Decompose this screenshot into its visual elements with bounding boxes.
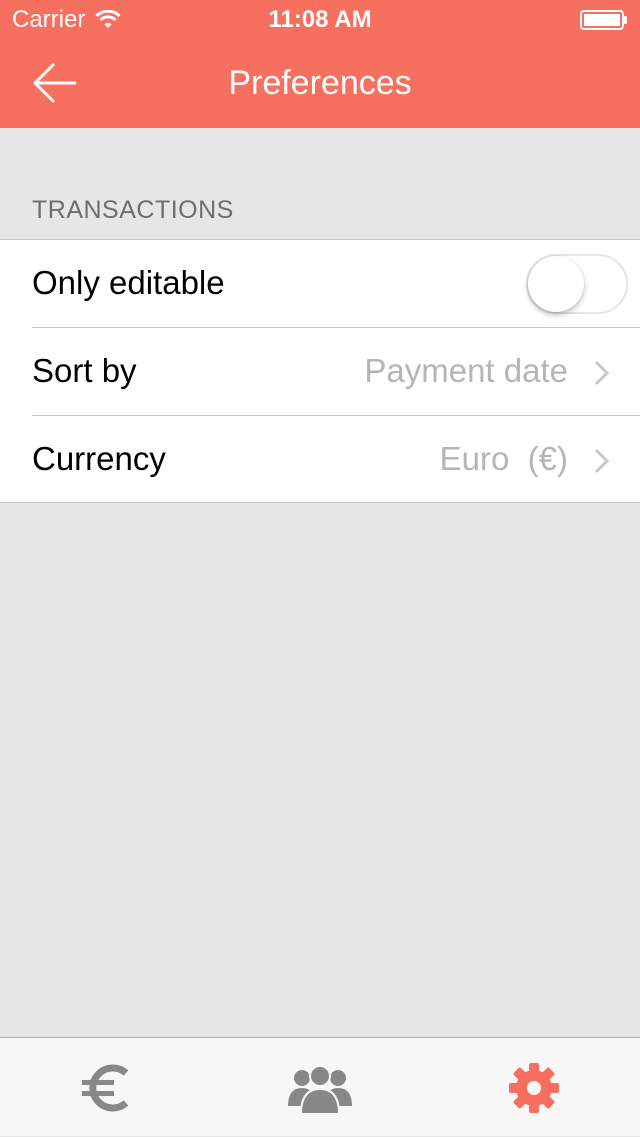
row-value: Payment date bbox=[364, 352, 568, 389]
clock: 11:08 AM bbox=[268, 6, 372, 33]
chevron-right-icon bbox=[594, 448, 610, 474]
row-label: Currency bbox=[32, 440, 166, 477]
row-label: Sort by bbox=[32, 352, 137, 389]
row-label: Only editable bbox=[32, 264, 225, 301]
tab-people[interactable] bbox=[213, 1038, 426, 1137]
preferences-table: Only editable Sort by Payment date Curre… bbox=[0, 239, 640, 503]
page-title: Preferences bbox=[228, 64, 412, 102]
navigation-bar: Preferences bbox=[0, 40, 640, 128]
battery-icon bbox=[580, 10, 627, 30]
euro-icon bbox=[81, 1064, 128, 1111]
chevron-right-icon bbox=[594, 360, 610, 386]
tab-transactions[interactable] bbox=[0, 1038, 213, 1137]
section-header: TRANSACTIONS bbox=[32, 196, 234, 224]
sort-by-row[interactable]: Sort by Payment date bbox=[0, 328, 640, 416]
toggle-knob bbox=[528, 256, 584, 312]
only-editable-row: Only editable bbox=[0, 240, 640, 328]
people-icon bbox=[287, 1064, 352, 1114]
status-bar: Carrier 11:08 AM bbox=[0, 0, 640, 40]
row-value: Euro (€) bbox=[439, 440, 568, 477]
tab-bar bbox=[0, 1037, 640, 1136]
header-bar: Carrier 11:08 AM Preferences bbox=[0, 0, 640, 128]
gear-icon bbox=[508, 1062, 559, 1113]
tab-settings[interactable] bbox=[427, 1038, 640, 1137]
only-editable-toggle[interactable] bbox=[526, 254, 628, 314]
currency-row[interactable]: Currency Euro (€) bbox=[0, 416, 640, 504]
